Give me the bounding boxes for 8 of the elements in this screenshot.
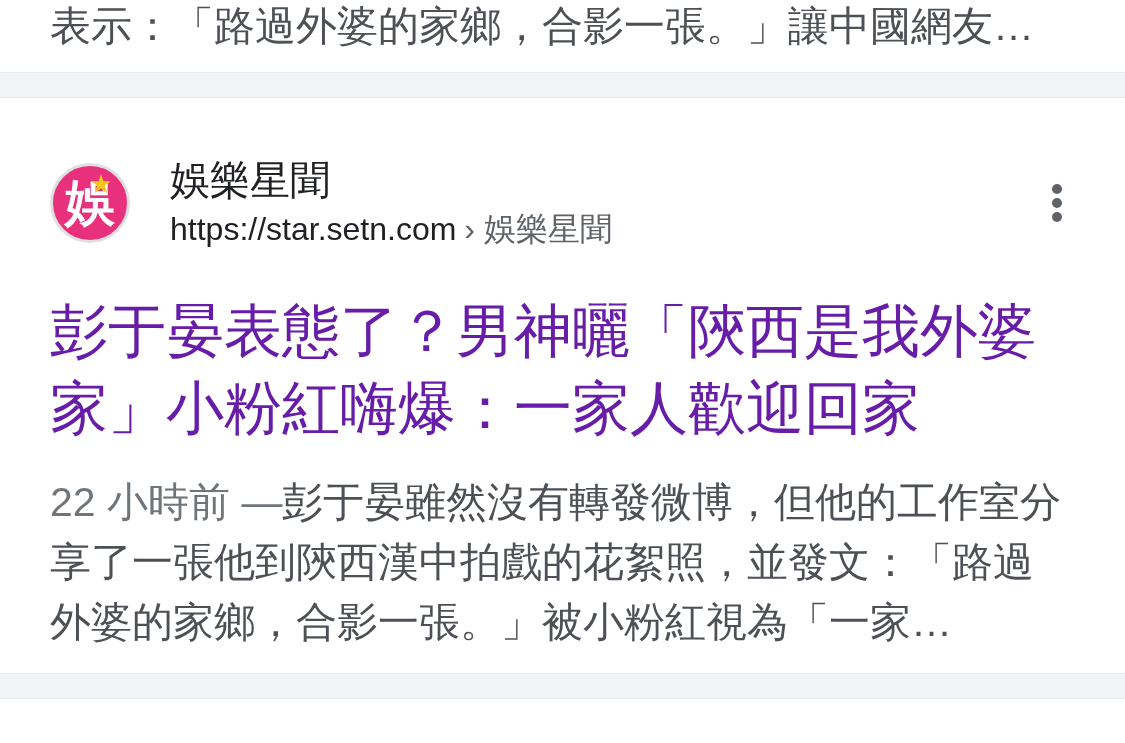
result-snippet: 22 小時前 —彭于晏雖然沒有轉發微博，但他的工作室分享了一張他到陝西漢中拍戲的花絮照，並發文：「路過外婆的家鄉，合影一張。」被小粉紅視為「一家… [50,478,1063,647]
result-snippet: 表示：「路過外婆的家鄉，合影一張。」讓中國網友… [50,2,1035,50]
site-name: 娛樂星聞 [170,157,330,204]
breadcrumb[interactable]: › 娛樂星聞 [464,208,612,252]
site-url: https://star.setn.com [170,210,457,249]
more-options-icon[interactable] [1051,183,1063,223]
result-title-link[interactable]: 彭于晏表態了？男神曬「陝西是我外婆家」小粉紅嗨爆：一家人歡迎回家 [50,292,1075,446]
site-logo: 娛 [50,163,130,243]
